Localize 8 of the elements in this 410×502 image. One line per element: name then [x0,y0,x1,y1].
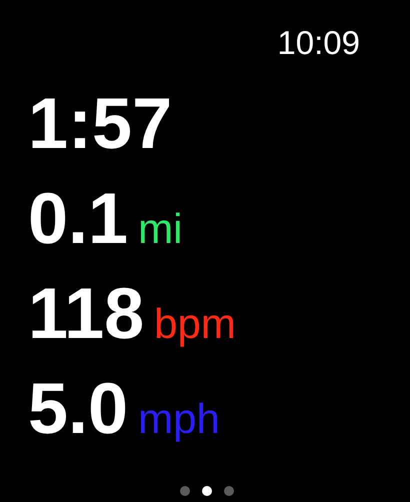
clock-time: 10:09 [277,26,360,59]
metric-unit: mi [138,204,182,254]
metric-value: 118 [28,273,144,356]
metric-unit: mph [138,394,220,444]
metric-unit: bpm [154,299,236,349]
metric-value: 0.1 [28,178,128,261]
metric-value: 1:57 [28,83,172,166]
metric-value: 5.0 [28,368,128,451]
